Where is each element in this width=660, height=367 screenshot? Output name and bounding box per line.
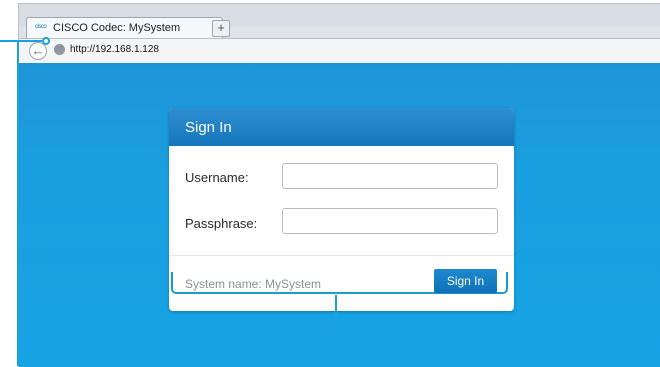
callout-line-left	[17, 40, 19, 366]
callout-line-tab	[0, 40, 42, 42]
callout-line-footer	[335, 295, 337, 366]
page-content: Sign In Username: Passphrase: System nam…	[19, 63, 660, 367]
username-label: Username:	[185, 170, 249, 185]
callout-dot-tab	[42, 37, 50, 45]
system-name-text: System name: MySystem	[185, 277, 322, 291]
signin-button[interactable]: Sign In	[434, 269, 497, 293]
passphrase-label: Passphrase:	[185, 216, 258, 231]
globe-icon	[54, 44, 65, 55]
new-tab-button[interactable]: +	[212, 20, 230, 37]
tab-title: CISCO Codec: MySystem	[53, 22, 181, 34]
signin-card: Sign In Username: Passphrase: System nam…	[169, 108, 514, 311]
browser-window: cisco CISCO Codec: MySystem + ← http://1…	[18, 3, 660, 367]
signin-header: Sign In	[169, 108, 514, 146]
passphrase-input[interactable]	[282, 208, 498, 234]
username-input[interactable]	[282, 163, 498, 189]
address-bar[interactable]: http://192.168.1.128	[70, 44, 159, 55]
browser-tab[interactable]: cisco CISCO Codec: MySystem	[26, 17, 223, 39]
cisco-logo-icon: cisco	[35, 24, 47, 30]
browser-toolbar: ← http://192.168.1.128	[19, 38, 660, 64]
signin-title: Sign In	[185, 119, 232, 136]
divider	[169, 255, 514, 256]
